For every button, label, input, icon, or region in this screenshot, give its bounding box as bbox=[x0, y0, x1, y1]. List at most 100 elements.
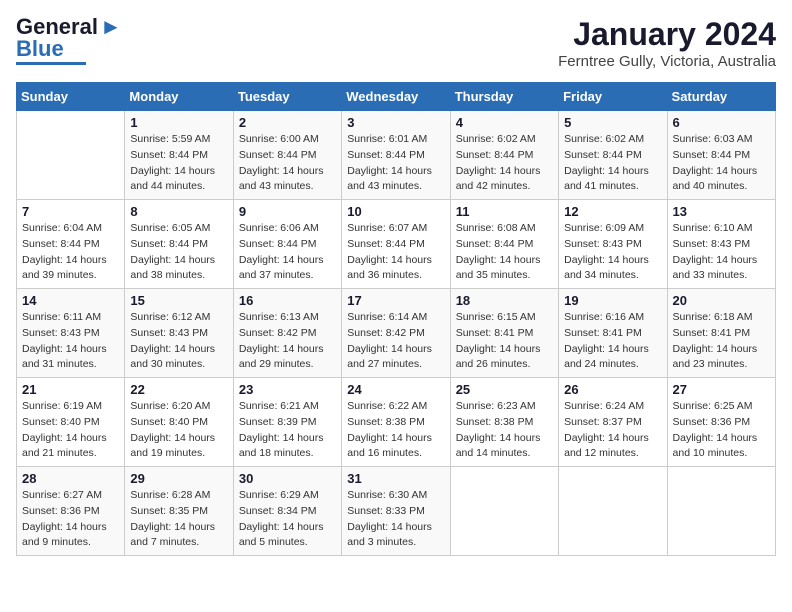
day-info: Sunrise: 6:07 AM Sunset: 8:44 PM Dayligh… bbox=[347, 221, 444, 284]
calendar-cell: 10 Sunrise: 6:07 AM Sunset: 8:44 PM Dayli… bbox=[342, 200, 450, 289]
calendar-cell: 11Sunrise: 6:08 AM Sunset: 8:44 PM Dayli… bbox=[450, 200, 558, 289]
calendar-cell: 4Sunrise: 6:02 AM Sunset: 8:44 PM Daylig… bbox=[450, 111, 558, 200]
calendar-cell: 27Sunrise: 6:25 AM Sunset: 8:36 PM Dayli… bbox=[667, 378, 775, 467]
calendar-cell: 25 Sunrise: 6:23 AM Sunset: 8:38 PM Dayli… bbox=[450, 378, 558, 467]
day-number: 16 bbox=[239, 293, 336, 308]
calendar-cell: 29Sunrise: 6:28 AM Sunset: 8:35 PM Dayli… bbox=[125, 467, 233, 556]
calendar-cell: 23 Sunrise: 6:21 AM Sunset: 8:39 PM Dayli… bbox=[233, 378, 341, 467]
calendar-cell: 12 Sunrise: 6:09 AM Sunset: 8:43 PM Dayli… bbox=[559, 200, 667, 289]
week-row-5: 28Sunrise: 6:27 AM Sunset: 8:36 PM Dayli… bbox=[17, 467, 776, 556]
week-row-3: 14Sunrise: 6:11 AM Sunset: 8:43 PM Dayli… bbox=[17, 289, 776, 378]
calendar-cell bbox=[450, 467, 558, 556]
day-info: Sunrise: 6:06 AM Sunset: 8:44 PM Dayligh… bbox=[239, 221, 336, 284]
calendar-cell: 5 Sunrise: 6:02 AM Sunset: 8:44 PM Daylig… bbox=[559, 111, 667, 200]
day-info: Sunrise: 6:15 AM Sunset: 8:41 PM Dayligh… bbox=[456, 310, 553, 373]
day-number: 7 bbox=[22, 204, 119, 219]
calendar-cell: 8 Sunrise: 6:05 AM Sunset: 8:44 PM Daylig… bbox=[125, 200, 233, 289]
day-number: 5 bbox=[564, 115, 661, 130]
day-number: 17 bbox=[347, 293, 444, 308]
calendar-cell: 16 Sunrise: 6:13 AM Sunset: 8:42 PM Dayli… bbox=[233, 289, 341, 378]
header-tuesday: Tuesday bbox=[233, 83, 341, 111]
day-info: Sunrise: 6:20 AM Sunset: 8:40 PM Dayligh… bbox=[130, 399, 227, 462]
day-info: Sunrise: 6:28 AM Sunset: 8:35 PM Dayligh… bbox=[130, 488, 227, 551]
calendar-cell: 14Sunrise: 6:11 AM Sunset: 8:43 PM Dayli… bbox=[17, 289, 125, 378]
day-info: Sunrise: 6:24 AM Sunset: 8:37 PM Dayligh… bbox=[564, 399, 661, 462]
calendar-cell: 20 Sunrise: 6:18 AM Sunset: 8:41 PM Dayli… bbox=[667, 289, 775, 378]
header-wednesday: Wednesday bbox=[342, 83, 450, 111]
logo: General► Blue bbox=[16, 16, 122, 65]
week-row-4: 21Sunrise: 6:19 AM Sunset: 8:40 PM Dayli… bbox=[17, 378, 776, 467]
day-info: Sunrise: 6:25 AM Sunset: 8:36 PM Dayligh… bbox=[673, 399, 770, 462]
day-number: 18 bbox=[456, 293, 553, 308]
logo-underline bbox=[16, 62, 86, 65]
day-info: Sunrise: 6:01 AM Sunset: 8:44 PM Dayligh… bbox=[347, 132, 444, 195]
calendar-cell: 18 Sunrise: 6:15 AM Sunset: 8:41 PM Dayli… bbox=[450, 289, 558, 378]
header-row: SundayMondayTuesdayWednesdayThursdayFrid… bbox=[17, 83, 776, 111]
day-info: Sunrise: 6:03 AM Sunset: 8:44 PM Dayligh… bbox=[673, 132, 770, 195]
day-number: 20 bbox=[673, 293, 770, 308]
day-info: Sunrise: 6:29 AM Sunset: 8:34 PM Dayligh… bbox=[239, 488, 336, 551]
day-number: 8 bbox=[130, 204, 227, 219]
day-number: 9 bbox=[239, 204, 336, 219]
day-info: Sunrise: 6:22 AM Sunset: 8:38 PM Dayligh… bbox=[347, 399, 444, 462]
day-info: Sunrise: 6:05 AM Sunset: 8:44 PM Dayligh… bbox=[130, 221, 227, 284]
calendar-cell: 21Sunrise: 6:19 AM Sunset: 8:40 PM Dayli… bbox=[17, 378, 125, 467]
header-sunday: Sunday bbox=[17, 83, 125, 111]
day-number: 31 bbox=[347, 471, 444, 486]
logo-text: General► bbox=[16, 16, 122, 38]
calendar-cell: 1 Sunrise: 5:59 AM Sunset: 8:44 PM Daylig… bbox=[125, 111, 233, 200]
day-number: 23 bbox=[239, 382, 336, 397]
day-info: Sunrise: 6:13 AM Sunset: 8:42 PM Dayligh… bbox=[239, 310, 336, 373]
calendar-cell bbox=[559, 467, 667, 556]
day-info: Sunrise: 6:18 AM Sunset: 8:41 PM Dayligh… bbox=[673, 310, 770, 373]
calendar-title: January 2024 bbox=[558, 16, 776, 53]
day-info: Sunrise: 6:30 AM Sunset: 8:33 PM Dayligh… bbox=[347, 488, 444, 551]
calendar-cell bbox=[17, 111, 125, 200]
day-info: Sunrise: 6:04 AM Sunset: 8:44 PM Dayligh… bbox=[22, 221, 119, 284]
day-number: 10 bbox=[347, 204, 444, 219]
day-info: Sunrise: 6:09 AM Sunset: 8:43 PM Dayligh… bbox=[564, 221, 661, 284]
day-info: Sunrise: 5:59 AM Sunset: 8:44 PM Dayligh… bbox=[130, 132, 227, 195]
calendar-cell bbox=[667, 467, 775, 556]
day-number: 2 bbox=[239, 115, 336, 130]
day-number: 22 bbox=[130, 382, 227, 397]
day-info: Sunrise: 6:27 AM Sunset: 8:36 PM Dayligh… bbox=[22, 488, 119, 551]
day-number: 14 bbox=[22, 293, 119, 308]
day-info: Sunrise: 6:21 AM Sunset: 8:39 PM Dayligh… bbox=[239, 399, 336, 462]
week-row-1: 1 Sunrise: 5:59 AM Sunset: 8:44 PM Daylig… bbox=[17, 111, 776, 200]
calendar-cell: 13 Sunrise: 6:10 AM Sunset: 8:43 PM Dayli… bbox=[667, 200, 775, 289]
day-number: 26 bbox=[564, 382, 661, 397]
calendar-cell: 26 Sunrise: 6:24 AM Sunset: 8:37 PM Dayli… bbox=[559, 378, 667, 467]
calendar-cell: 7 Sunrise: 6:04 AM Sunset: 8:44 PM Daylig… bbox=[17, 200, 125, 289]
day-info: Sunrise: 6:10 AM Sunset: 8:43 PM Dayligh… bbox=[673, 221, 770, 284]
day-info: Sunrise: 6:12 AM Sunset: 8:43 PM Dayligh… bbox=[130, 310, 227, 373]
day-info: Sunrise: 6:14 AM Sunset: 8:42 PM Dayligh… bbox=[347, 310, 444, 373]
calendar-cell: 17 Sunrise: 6:14 AM Sunset: 8:42 PM Dayli… bbox=[342, 289, 450, 378]
day-info: Sunrise: 6:02 AM Sunset: 8:44 PM Dayligh… bbox=[564, 132, 661, 195]
header-monday: Monday bbox=[125, 83, 233, 111]
title-block: January 2024 Ferntree Gully, Victoria, A… bbox=[558, 16, 776, 70]
day-number: 24 bbox=[347, 382, 444, 397]
day-number: 3 bbox=[347, 115, 444, 130]
calendar-cell: 6Sunrise: 6:03 AM Sunset: 8:44 PM Daylig… bbox=[667, 111, 775, 200]
calendar-cell: 19Sunrise: 6:16 AM Sunset: 8:41 PM Dayli… bbox=[559, 289, 667, 378]
week-row-2: 7 Sunrise: 6:04 AM Sunset: 8:44 PM Daylig… bbox=[17, 200, 776, 289]
calendar-cell: 30 Sunrise: 6:29 AM Sunset: 8:34 PM Dayli… bbox=[233, 467, 341, 556]
calendar-table: SundayMondayTuesdayWednesdayThursdayFrid… bbox=[16, 82, 776, 556]
day-number: 12 bbox=[564, 204, 661, 219]
logo-blue-text: Blue bbox=[16, 38, 64, 60]
header-friday: Friday bbox=[559, 83, 667, 111]
day-number: 1 bbox=[130, 115, 227, 130]
day-number: 15 bbox=[130, 293, 227, 308]
day-number: 13 bbox=[673, 204, 770, 219]
calendar-cell: 28Sunrise: 6:27 AM Sunset: 8:36 PM Dayli… bbox=[17, 467, 125, 556]
header-thursday: Thursday bbox=[450, 83, 558, 111]
day-info: Sunrise: 6:16 AM Sunset: 8:41 PM Dayligh… bbox=[564, 310, 661, 373]
day-info: Sunrise: 6:00 AM Sunset: 8:44 PM Dayligh… bbox=[239, 132, 336, 195]
header-saturday: Saturday bbox=[667, 83, 775, 111]
day-number: 11 bbox=[456, 204, 553, 219]
day-info: Sunrise: 6:23 AM Sunset: 8:38 PM Dayligh… bbox=[456, 399, 553, 462]
day-number: 25 bbox=[456, 382, 553, 397]
day-info: Sunrise: 6:02 AM Sunset: 8:44 PM Dayligh… bbox=[456, 132, 553, 195]
day-number: 30 bbox=[239, 471, 336, 486]
